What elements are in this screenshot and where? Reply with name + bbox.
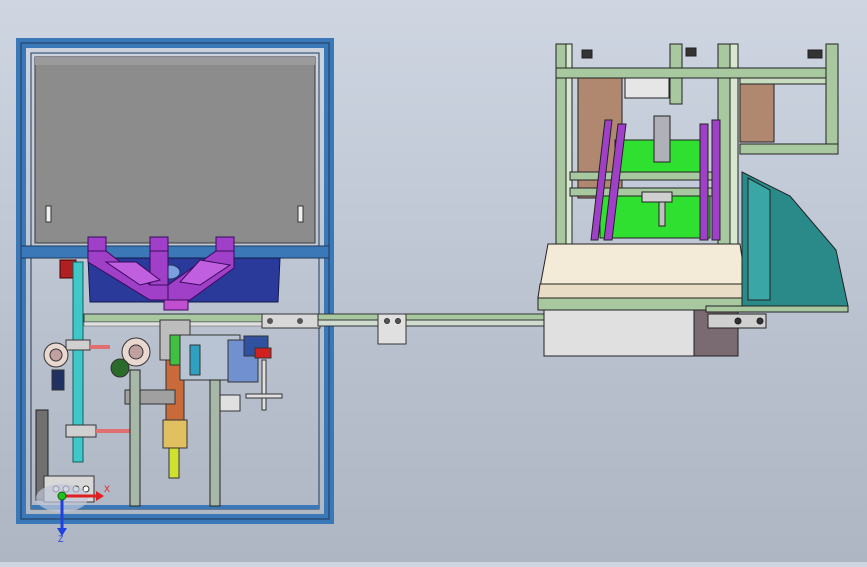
right-machine — [537, 43, 849, 357]
x-axis-label: X — [104, 484, 110, 494]
cad-viewport[interactable]: X Z — [0, 0, 867, 562]
mechanism-rails — [83, 313, 321, 329]
cad-model-drawing: X Z — [16, 38, 849, 544]
hopper-box — [34, 56, 316, 244]
connecting-conveyor — [317, 313, 549, 345]
z-axis-label: Z — [58, 534, 64, 544]
